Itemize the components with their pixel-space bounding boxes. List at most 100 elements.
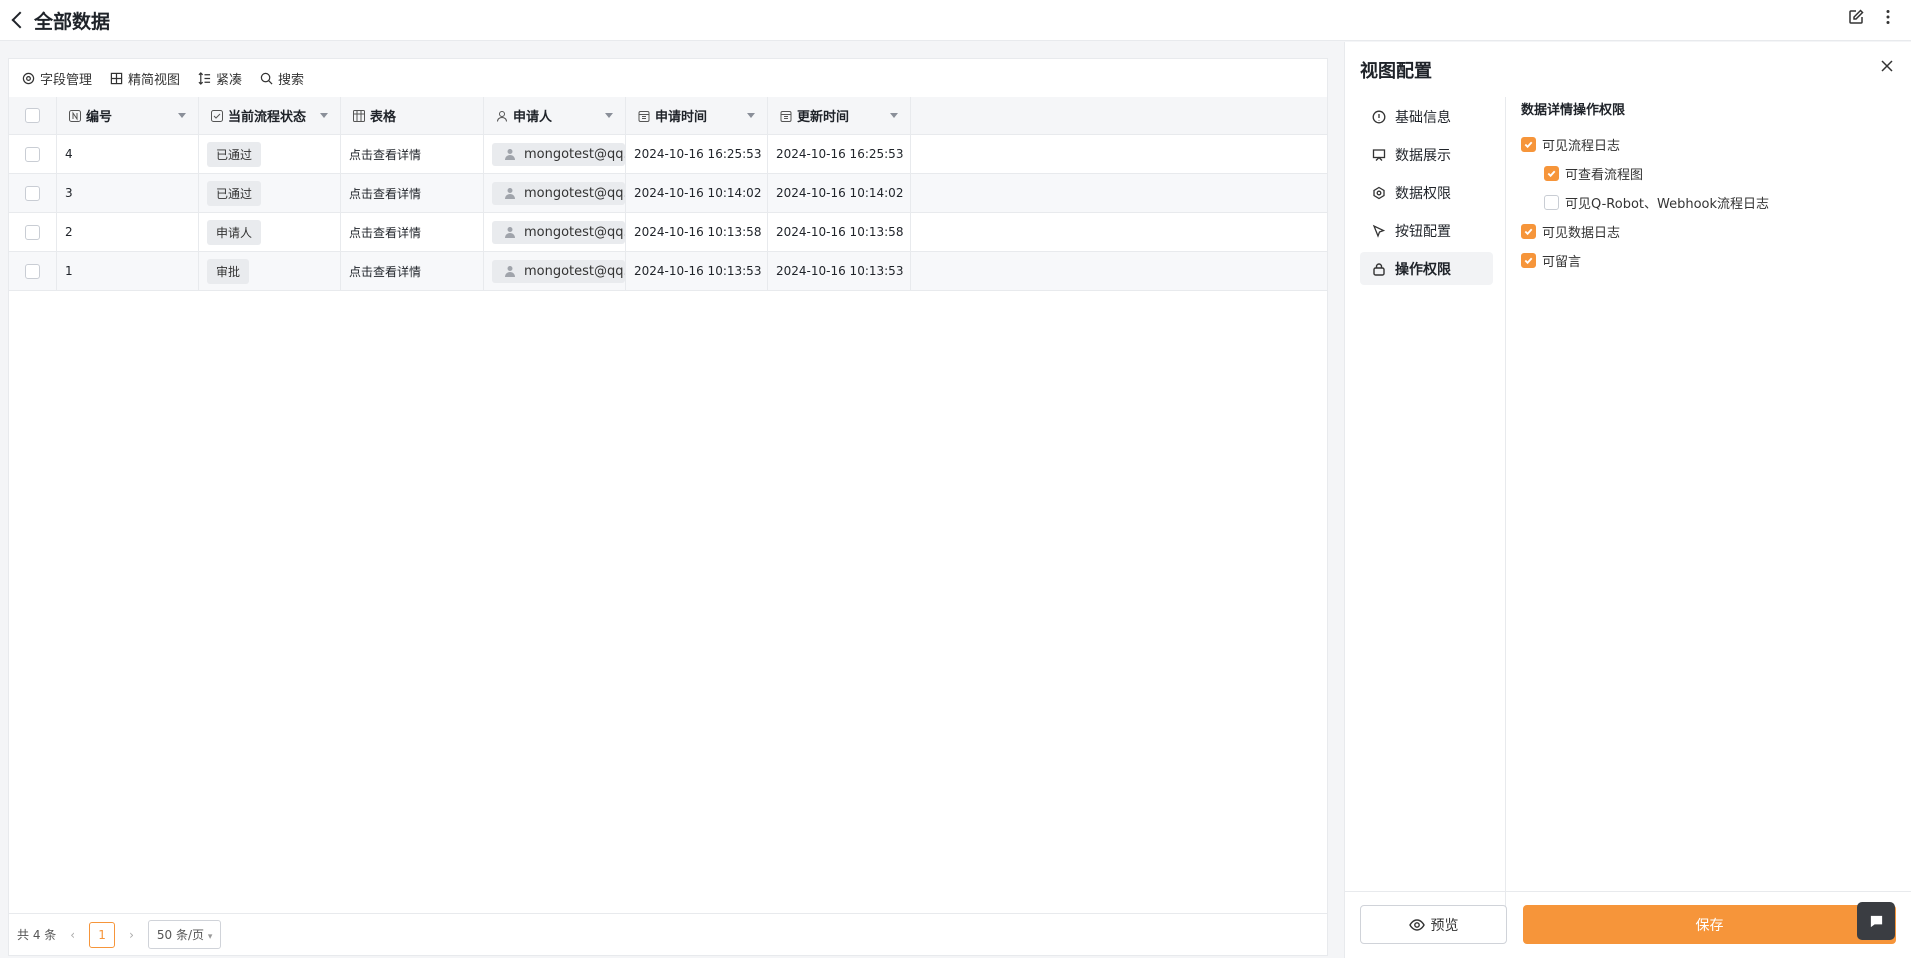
status-badge: 已通过 <box>207 180 262 206</box>
prev-page-icon[interactable]: ‹ <box>70 928 75 942</box>
field-management-button[interactable]: 字段管理 <box>22 69 92 88</box>
table-row[interactable]: 2 申请人 点击查看详情 mongotest@qq.com 2024-10-16… <box>9 213 1327 252</box>
row-checkbox[interactable] <box>25 224 40 240</box>
option-comment[interactable]: 可留言 <box>1521 246 1901 275</box>
column-header-id[interactable]: 编号 <box>57 97 199 134</box>
option-label: 可留言 <box>1542 255 1582 270</box>
chevron-down-icon[interactable] <box>605 113 613 118</box>
config-footer: 预览 保存 <box>1345 891 1911 958</box>
pagination-bar: 共 4 条 ‹ 1 › 50 条/页 ▾ <box>9 913 1327 955</box>
table-header: 编号 当前流程状态 表格 申请人 申请时间 更新时间 <box>9 97 1327 135</box>
check-icon <box>1524 257 1533 265</box>
empty-header-cell <box>911 97 1311 134</box>
option-flow-chart[interactable]: 可查看流程图 <box>1521 159 1901 188</box>
form-cell[interactable]: 点击查看详情 <box>341 174 484 212</box>
status-cell: 审批 <box>199 252 341 290</box>
nav-item-button-config[interactable]: 按钮配置 <box>1360 214 1493 247</box>
empty-cell <box>911 213 1311 251</box>
table-row[interactable]: 3 已通过 点击查看详情 mongotest@qq.com 2024-10-16… <box>9 174 1327 213</box>
density-button[interactable]: 紧凑 <box>198 69 242 88</box>
checkbox-field-icon <box>211 109 223 122</box>
chevron-down-icon[interactable] <box>890 113 898 118</box>
table-field-icon <box>353 109 365 122</box>
search-button[interactable]: 搜索 <box>260 69 304 88</box>
close-icon[interactable] <box>1879 58 1895 74</box>
nav-item-data-display[interactable]: 数据展示 <box>1360 138 1493 171</box>
id-cell: 2 <box>57 213 199 251</box>
row-select-cell <box>9 213 57 251</box>
user-tag: mongotest@qq.com <box>492 259 625 283</box>
eye-icon <box>1408 918 1425 931</box>
row-checkbox[interactable] <box>25 146 40 162</box>
permission-section: 数据详情操作权限 可见流程日志 可查看流程图 可见Q-Robot、Webhook… <box>1521 99 1901 275</box>
select-all-checkbox[interactable] <box>25 108 40 123</box>
page-size-select[interactable]: 50 条/页 ▾ <box>147 920 222 949</box>
column-header-updated-time[interactable]: 更新时间 <box>768 97 911 134</box>
save-button[interactable]: 保存 <box>1523 905 1896 944</box>
preview-button[interactable]: 预览 <box>1360 905 1507 944</box>
checkbox-checked[interactable] <box>1521 253 1536 268</box>
table-row[interactable]: 4 已通过 点击查看详情 mongotest@qq.com 2024-10-16… <box>9 135 1327 174</box>
nav-item-basic-info[interactable]: 基础信息 <box>1360 100 1493 133</box>
row-checkbox[interactable] <box>25 263 40 279</box>
info-icon <box>1372 110 1386 123</box>
applicant-email: mongotest@qq.com <box>524 263 625 279</box>
updated-time-cell: 2024-10-16 10:14:02 <box>768 174 911 212</box>
id-cell: 4 <box>57 135 199 173</box>
chevron-down-icon: ▾ <box>207 932 213 942</box>
nav-item-label: 按钮配置 <box>1395 223 1451 240</box>
top-bar: 全部数据 <box>0 0 1911 41</box>
nav-item-operation-permission[interactable]: 操作权限 <box>1360 252 1493 285</box>
option-robot-webhook-log[interactable]: 可见Q-Robot、Webhook流程日志 <box>1521 188 1901 217</box>
applied-time-cell: 2024-10-16 10:13:53 <box>626 252 768 290</box>
gear-icon <box>22 72 35 84</box>
checkbox-unchecked[interactable] <box>1544 195 1559 210</box>
number-field-icon <box>69 109 81 122</box>
page-number-button[interactable]: 1 <box>89 921 116 948</box>
column-header-applied-time[interactable]: 申请时间 <box>626 97 768 134</box>
status-cell: 申请人 <box>199 213 341 251</box>
status-badge: 申请人 <box>207 219 262 245</box>
chevron-down-icon[interactable] <box>178 113 186 118</box>
applicant-cell: mongotest@qq.com <box>484 252 626 290</box>
chevron-down-icon[interactable] <box>747 113 755 118</box>
next-page-icon[interactable]: › <box>129 928 134 942</box>
back-arrow-icon[interactable] <box>11 11 29 29</box>
checkbox-checked[interactable] <box>1544 166 1559 181</box>
table-row[interactable]: 1 审批 点击查看详情 mongotest@qq.com 2024-10-16 … <box>9 252 1327 291</box>
page-title: 全部数据 <box>34 10 111 33</box>
form-cell[interactable]: 点击查看详情 <box>341 135 484 173</box>
status-cell: 已通过 <box>199 135 341 173</box>
column-header-status[interactable]: 当前流程状态 <box>199 97 341 134</box>
checkbox-checked[interactable] <box>1521 224 1536 239</box>
column-header-form[interactable]: 表格 <box>341 97 484 134</box>
data-table: 编号 当前流程状态 表格 申请人 申请时间 更新时间 4 已通过 点击查看详情 … <box>9 97 1327 291</box>
display-icon <box>1372 148 1386 161</box>
search-label: 搜索 <box>278 72 305 88</box>
user-tag: mongotest@qq.com <box>492 181 625 205</box>
user-icon <box>505 188 515 199</box>
search-icon <box>260 72 273 84</box>
nav-item-data-permission[interactable]: 数据权限 <box>1360 176 1493 209</box>
vertical-divider <box>1505 97 1506 917</box>
form-cell[interactable]: 点击查看详情 <box>341 213 484 251</box>
more-vertical-icon[interactable] <box>1879 8 1897 26</box>
calendar-icon <box>638 110 650 122</box>
chevron-down-icon[interactable] <box>320 113 328 118</box>
field-management-label: 字段管理 <box>40 72 93 88</box>
total-count: 共 4 条 <box>17 928 57 942</box>
compact-view-button[interactable]: 精简视图 <box>110 69 180 88</box>
edit-icon[interactable] <box>1847 8 1865 26</box>
user-icon <box>505 149 515 160</box>
lock-icon <box>1373 262 1385 276</box>
option-label: 可见Q-Robot、Webhook流程日志 <box>1565 197 1770 212</box>
check-icon <box>1524 228 1533 236</box>
chat-button[interactable] <box>1857 902 1895 940</box>
column-header-applicant[interactable]: 申请人 <box>484 97 626 134</box>
option-data-log[interactable]: 可见数据日志 <box>1521 217 1901 246</box>
row-checkbox[interactable] <box>25 185 40 201</box>
option-flow-log[interactable]: 可见流程日志 <box>1521 130 1901 159</box>
column-header-label: 表格 <box>370 110 397 125</box>
checkbox-checked[interactable] <box>1521 137 1536 152</box>
form-cell[interactable]: 点击查看详情 <box>341 252 484 290</box>
